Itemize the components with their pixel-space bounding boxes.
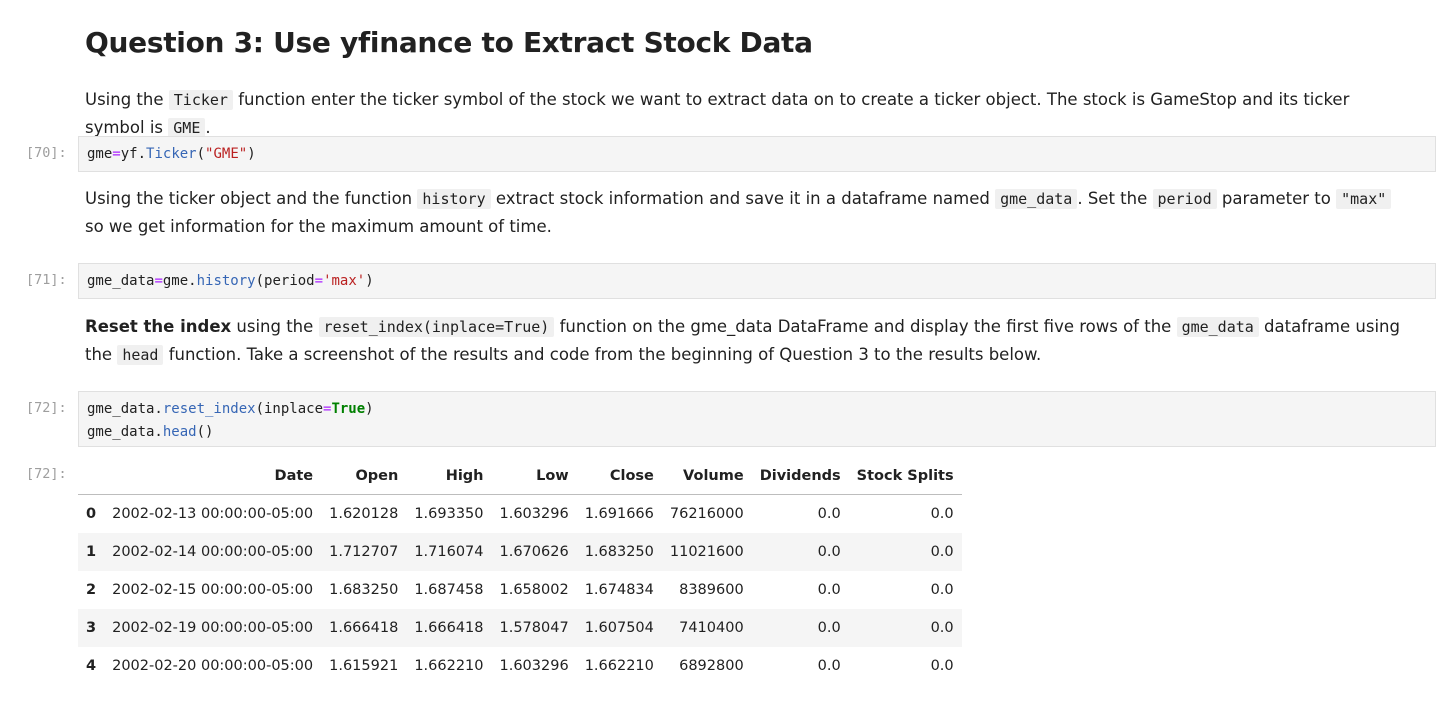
table-cell: 1.687458 [414,582,484,598]
column-header: Date [104,458,322,495]
column-header: Close [576,458,662,495]
table-cell: 76216000 [669,506,744,522]
table-cell: 1.607504 [584,620,654,636]
row-index: 1 [86,544,97,560]
code-period: period [1152,189,1217,209]
table-cell: 0.0 [817,582,841,598]
bold-reset-index: Reset the index [85,317,232,336]
code-line: gme_data.reset_index(inplace=True) [87,401,374,417]
output-prompt-72: [72]: [26,466,67,482]
table-cell: 2002-02-19 00:00:00-05:00 [112,620,314,636]
table-cell: 0.0 [930,506,954,522]
table-cell: 1.662210 [584,658,654,674]
input-prompt-71: [71]: [26,272,67,288]
table-cell: 6892800 [679,658,744,674]
column-header: High [406,458,492,495]
code-line: gme=yf.Ticker("GME") [87,146,256,162]
markdown-ticker-instructions: Using the Ticker function enter the tick… [85,90,1350,138]
table-cell: 1.683250 [584,544,654,560]
table-cell: 1.693350 [414,506,484,522]
table-cell: 1.658002 [499,582,569,598]
table-row: 2 2002-02-15 00:00:00-05:00 1.683250 1.6… [78,571,962,609]
table-cell: 2002-02-13 00:00:00-05:00 [112,506,314,522]
code-max: "max" [1336,189,1392,209]
table-cell: 1.603296 [499,658,569,674]
input-prompt-72: [72]: [26,400,67,416]
column-header: Open [321,458,407,495]
table-cell: 0.0 [930,620,954,636]
table-cell: 1.620128 [329,506,399,522]
code-reset-index: reset_index(inplace=True) [318,317,555,337]
table-cell: 0.0 [817,544,841,560]
code-gme: GME [168,118,206,138]
question-heading: Question 3: Use yfinance to Extract Stoc… [85,26,813,59]
column-header: Low [491,458,577,495]
code-cell-71[interactable]: gme_data=gme.history(period='max') [78,263,1436,299]
table-row: 3 2002-02-19 00:00:00-05:00 1.666418 1.6… [78,609,962,647]
table-cell: 11021600 [669,544,744,560]
table-cell: 1.615921 [329,658,399,674]
column-header: Dividends [751,458,849,495]
table-cell: 2002-02-14 00:00:00-05:00 [112,544,314,560]
table-cell: 1.666418 [329,620,399,636]
table-cell: 8389600 [679,582,744,598]
table-cell: 1.578047 [499,620,569,636]
table-cell: 7410400 [679,620,744,636]
code-cell-70[interactable]: gme=yf.Ticker("GME") [78,136,1436,172]
row-index: 4 [86,658,97,674]
table-cell: 1.662210 [414,658,484,674]
table-cell: 2002-02-15 00:00:00-05:00 [112,582,314,598]
table-cell: 1.666418 [414,620,484,636]
markdown-history-instructions: Using the ticker object and the function… [85,185,1405,241]
code-gme-data: gme_data [995,189,1078,209]
code-head: head [117,345,164,365]
input-prompt-70: [70]: [26,145,67,161]
code-ticker: Ticker [168,90,233,110]
table-cell: 0.0 [930,582,954,598]
table-cell: 2002-02-20 00:00:00-05:00 [112,658,314,674]
markdown-reset-index-instructions: Reset the index using the reset_index(in… [85,317,1400,365]
table-cell: 1.716074 [414,544,484,560]
row-index: 2 [86,582,97,598]
column-header: Stock Splits [848,458,962,495]
table-cell: 1.683250 [329,582,399,598]
table-cell: 0.0 [817,506,841,522]
table-row: 4 2002-02-20 00:00:00-05:00 1.615921 1.6… [78,647,962,685]
table-cell: 0.0 [930,544,954,560]
column-header [78,458,105,495]
table-row: 0 2002-02-13 00:00:00-05:00 1.620128 1.6… [78,495,962,534]
code-cell-72[interactable]: gme_data.reset_index(inplace=True) gme_d… [78,391,1436,447]
row-index: 3 [86,620,97,636]
code-line: gme_data.head() [87,424,214,440]
code-history: history [417,189,491,209]
table-cell: 1.712707 [329,544,399,560]
table-cell: 1.603296 [499,506,569,522]
table-header-row: Date Open High Low Close Volume Dividend… [78,458,962,495]
table-cell: 0.0 [817,620,841,636]
table-cell: 1.691666 [584,506,654,522]
column-header: Volume [661,458,752,495]
table-cell: 1.670626 [499,544,569,560]
table-cell: 0.0 [817,658,841,674]
table-cell: 1.674834 [584,582,654,598]
row-index: 0 [86,506,97,522]
code-gme-data: gme_data [1176,317,1259,337]
table-row: 1 2002-02-14 00:00:00-05:00 1.712707 1.7… [78,533,962,571]
code-line: gme_data=gme.history(period='max') [87,273,374,289]
dataframe-output-table: Date Open High Low Close Volume Dividend… [78,458,962,685]
table-cell: 0.0 [930,658,954,674]
